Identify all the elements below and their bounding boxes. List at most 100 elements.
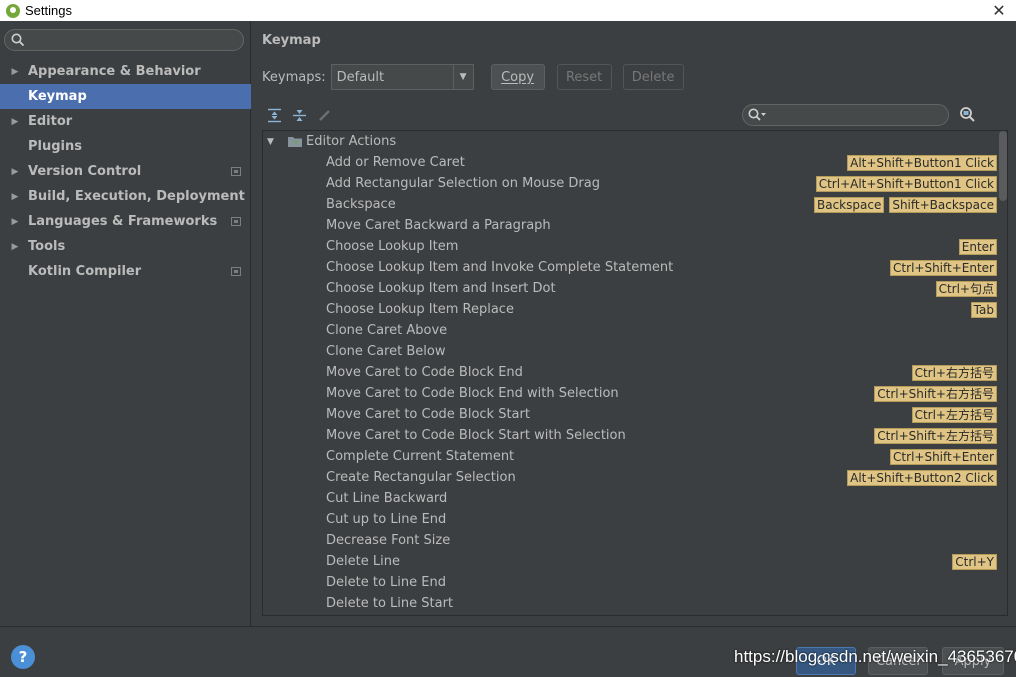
tree-row[interactable]: Move Caret to Code Block End with Select…	[263, 383, 1007, 404]
sidebar-item-keymap[interactable]: Keymap	[0, 84, 251, 109]
sidebar-item-appearance-behavior[interactable]: ▶ Appearance & Behavior	[0, 59, 251, 84]
sidebar-item-build-execution-deployment[interactable]: ▶ Build, Execution, Deployment	[0, 184, 251, 209]
sidebar-item-label: Kotlin Compiler	[28, 264, 142, 279]
expand-all-icon[interactable]	[266, 107, 283, 124]
settings-nav: ▶ Appearance & Behavior Keymap ▶ Editor Plugi…	[0, 59, 251, 284]
tree-scrollbar[interactable]	[999, 131, 1007, 201]
shortcut-list: Tab	[970, 302, 997, 318]
tree-row[interactable]: Cut Line Backward	[263, 488, 1007, 509]
close-icon[interactable]: ✕	[988, 0, 1010, 21]
expand-arrow-icon[interactable]: ▶	[0, 242, 28, 252]
tree-row[interactable]: Add or Remove Caret Alt+Shift+Button1 Cli…	[263, 152, 1007, 173]
tree-row[interactable]: Delete to Line Start	[263, 593, 1007, 614]
tree-row[interactable]: Create Rectangular Selection Alt+Shift+Bu…	[263, 467, 1007, 488]
copy-button[interactable]: Copy	[490, 64, 545, 90]
action-label: Move Caret to Code Block Start with Sele…	[326, 428, 626, 443]
sidebar-item-editor[interactable]: ▶ Editor	[0, 109, 251, 134]
action-filter-input[interactable]	[742, 104, 949, 126]
action-label: Create Rectangular Selection	[326, 470, 516, 485]
search-icon	[11, 33, 25, 47]
expand-arrow-icon[interactable]: ▶	[0, 117, 28, 127]
action-label: Delete to Line End	[326, 575, 446, 590]
sidebar-item-kotlin-compiler[interactable]: Kotlin Compiler	[0, 259, 251, 284]
action-label: Choose Lookup Item and Insert Dot	[326, 281, 556, 296]
tree-row[interactable]: Cut up to Line End	[263, 509, 1007, 530]
shortcut-badge: Ctrl+Shift+Enter	[890, 260, 997, 276]
window-title: Settings	[25, 3, 72, 18]
collapse-all-icon[interactable]	[291, 107, 308, 124]
keymap-tree: ▼ Editor Actions Add or Remove Caret Alt+…	[262, 130, 1008, 616]
tree-row[interactable]: Add Rectangular Selection on Mouse Drag C…	[263, 173, 1007, 194]
action-label: Complete Current Statement	[326, 449, 515, 464]
tree-row[interactable]: Decrease Font Size	[263, 530, 1007, 551]
tree-row[interactable]: Complete Current Statement Ctrl+Shift+Ent…	[263, 446, 1007, 467]
tree-row[interactable]: Delete to Line End	[263, 572, 1007, 593]
sidebar-item-label: Tools	[28, 239, 66, 254]
shortcut-list: Ctrl+Y	[952, 554, 997, 570]
reset-button[interactable]: Reset	[556, 64, 612, 90]
tree-row[interactable]: Move Caret Backward a Paragraph	[263, 215, 1007, 236]
chevron-down-icon[interactable]: ▼	[452, 65, 473, 89]
watermark-text: https://blog.csdn.net/weixin_43653670	[734, 647, 1016, 666]
tree-row[interactable]: Choose Lookup Item Replace Tab	[263, 299, 1007, 320]
keymaps-row: Keymaps: Default ▼ Copy Reset Delete	[262, 64, 684, 90]
tree-row[interactable]: Choose Lookup Item and Invoke Complete S…	[263, 257, 1007, 278]
action-label: Choose Lookup Item	[326, 239, 459, 254]
delete-button[interactable]: Delete	[622, 64, 684, 90]
expand-arrow-icon[interactable]: ▶	[0, 192, 28, 202]
shortcut-list: Ctrl+右方括号	[911, 365, 997, 381]
tree-row[interactable]: Choose Lookup Item and Insert Dot Ctrl+句点	[263, 278, 1007, 299]
sidebar-item-label: Plugins	[28, 139, 82, 154]
shortcut-badge: Alt+Shift+Button1 Click	[847, 155, 997, 171]
tree-row[interactable]: Clone Caret Below	[263, 341, 1007, 362]
sidebar-search-input[interactable]	[4, 29, 244, 51]
tree-row[interactable]: Choose Lookup Item Enter	[263, 236, 1007, 257]
edit-pencil-icon[interactable]	[316, 107, 333, 124]
tree-row[interactable]: Delete Line Ctrl+Y	[263, 551, 1007, 572]
shortcut-badge: Shift+Backspace	[889, 197, 997, 213]
app-logo-icon	[6, 3, 20, 18]
expand-arrow-icon[interactable]: ▶	[0, 67, 28, 77]
action-label: Delete to Line Start	[326, 596, 454, 611]
sidebar-item-version-control[interactable]: ▶ Version Control	[0, 159, 251, 184]
tree-row[interactable]: Backspace Backspace Shift+Backspace	[263, 194, 1007, 215]
action-label: Clone Caret Below	[326, 344, 446, 359]
sidebar-item-languages-frameworks[interactable]: ▶ Languages & Frameworks	[0, 209, 251, 234]
action-label: Cut up to Line End	[326, 512, 447, 527]
tree-root-editor-actions[interactable]: ▼ Editor Actions	[263, 131, 1007, 152]
action-label: Clone Caret Above	[326, 323, 448, 338]
dialog-footer: ? OK Cancel Apply https://blog.csdn.net/…	[0, 626, 1016, 677]
action-label: Add or Remove Caret	[326, 155, 465, 170]
action-label: Move Caret to Code Block Start	[326, 407, 530, 422]
project-level-icon	[231, 267, 241, 276]
shortcut-badge: Ctrl+句点	[935, 281, 997, 297]
sidebar-item-label: Version Control	[28, 164, 142, 179]
tree-row[interactable]: Clone Caret Above	[263, 320, 1007, 341]
tree-root-label: Editor Actions	[306, 134, 397, 149]
shortcut-badge: Enter	[958, 239, 997, 255]
sidebar-item-label: Languages & Frameworks	[28, 214, 218, 229]
expand-arrow-icon[interactable]: ▼	[267, 137, 274, 147]
sidebar-item-tools[interactable]: ▶ Tools	[0, 234, 251, 259]
shortcut-list: Enter	[958, 239, 997, 255]
shortcut-badge: Ctrl+Shift+Enter	[890, 449, 997, 465]
shortcut-badge: Backspace	[813, 197, 885, 213]
sidebar-item-label: Build, Execution, Deployment	[28, 189, 245, 204]
keymap-select[interactable]: Default ▼	[330, 64, 474, 90]
tree-row[interactable]: Move Caret to Code Block Start Ctrl+左方括号	[263, 404, 1007, 425]
shortcut-list: Ctrl+Shift+左方括号	[874, 428, 997, 444]
tree-row[interactable]: Move Caret to Code Block End Ctrl+右方括号	[263, 362, 1007, 383]
shortcut-list: Alt+Shift+Button2 Click	[847, 470, 997, 486]
help-icon[interactable]: ?	[11, 645, 35, 669]
action-label: Move Caret to Code Block End with Select…	[326, 386, 619, 401]
expand-arrow-icon[interactable]: ▶	[0, 217, 28, 227]
shortcut-badge: Tab	[970, 302, 997, 318]
tree-row[interactable]: Move Caret to Code Block Start with Sele…	[263, 425, 1007, 446]
action-label: Choose Lookup Item Replace	[326, 302, 514, 317]
sidebar-item-plugins[interactable]: Plugins	[0, 134, 251, 159]
shortcut-list: Ctrl+句点	[935, 281, 997, 297]
find-by-shortcut-icon[interactable]	[958, 105, 978, 125]
shortcut-badge: Ctrl+Shift+右方括号	[874, 386, 997, 402]
action-label: Add Rectangular Selection on Mouse Drag	[326, 176, 600, 191]
expand-arrow-icon[interactable]: ▶	[0, 167, 28, 177]
